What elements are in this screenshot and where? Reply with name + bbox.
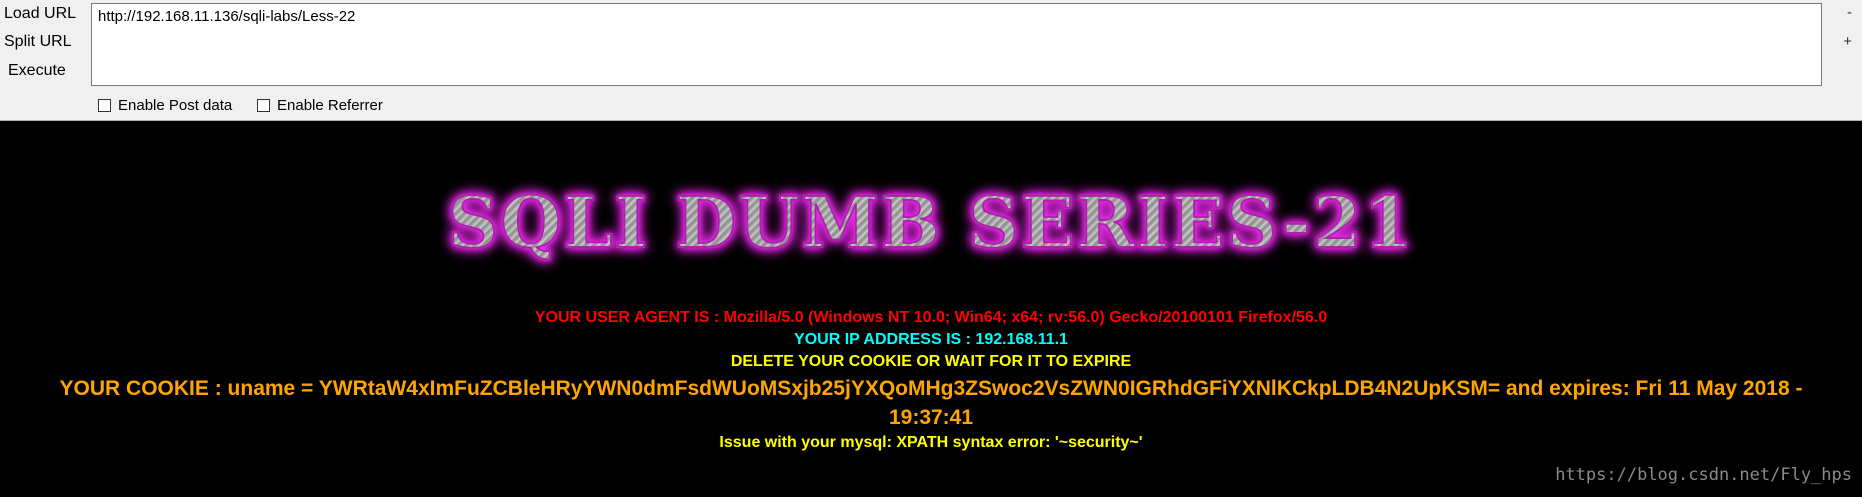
- post-data-checkbox-box[interactable]: [98, 99, 111, 112]
- cookie-text-line1: YOUR COOKIE : uname = YWRtaW4xImFuZCBleH…: [59, 377, 1803, 400]
- referrer-checkbox-box[interactable]: [257, 99, 270, 112]
- enable-referrer-label: Enable Referrer: [277, 97, 383, 114]
- hackbar-toolbar: Load URL Split URL Execute - + Enable Po…: [0, 0, 1862, 121]
- split-url-button[interactable]: Split URL: [4, 33, 72, 51]
- page-content: SQLI DUMB SERIES-21 YOUR USER AGENT IS :…: [0, 121, 1862, 497]
- load-url-button[interactable]: Load URL: [4, 5, 76, 23]
- enable-referrer-checkbox[interactable]: Enable Referrer: [257, 97, 383, 114]
- increase-button[interactable]: +: [1843, 33, 1852, 50]
- mysql-error-text: Issue with your mysql: XPATH syntax erro…: [719, 434, 1143, 451]
- cookie-text-line2: 19:37:41: [888, 406, 974, 429]
- enable-post-data-checkbox[interactable]: Enable Post data: [98, 97, 232, 114]
- ip-address-text: YOUR IP ADDRESS IS : 192.168.11.1: [794, 331, 1068, 348]
- url-input[interactable]: [91, 3, 1822, 86]
- watermark-text: https://blog.csdn.net/Fly_hps: [1555, 465, 1852, 485]
- decrease-button[interactable]: -: [1847, 4, 1852, 21]
- page-title-banner: SQLI DUMB SERIES-21: [0, 180, 1862, 265]
- user-agent-text: YOUR USER AGENT IS : Mozilla/5.0 (Window…: [534, 309, 1328, 326]
- enable-post-data-label: Enable Post data: [118, 97, 233, 114]
- delete-cookie-text: DELETE YOUR COOKIE OR WAIT FOR IT TO EXP…: [730, 353, 1132, 370]
- execute-button[interactable]: Execute: [8, 62, 66, 80]
